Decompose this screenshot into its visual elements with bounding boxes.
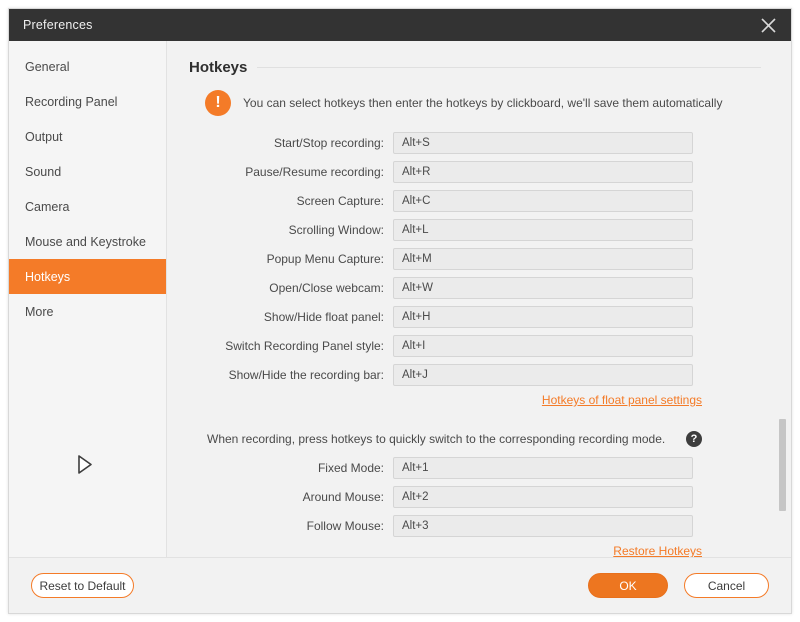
hotkey-input-start-stop-recording[interactable] bbox=[393, 132, 693, 154]
sidebar-item-label: Sound bbox=[25, 165, 61, 179]
header-divider bbox=[257, 67, 761, 68]
sidebar-item-label: Recording Panel bbox=[25, 95, 117, 109]
hotkey-row: Pause/Resume recording: bbox=[189, 161, 761, 183]
hotkey-input-switch-recording-panel-style[interactable] bbox=[393, 335, 693, 357]
hotkey-input-show-hide-float-panel[interactable] bbox=[393, 306, 693, 328]
hotkey-label: Show/Hide float panel: bbox=[189, 310, 393, 324]
hotkey-input-show-hide-recording-bar[interactable] bbox=[393, 364, 693, 386]
notice-banner: ! You can select hotkeys then enter the … bbox=[205, 90, 761, 116]
mode-row: Around Mouse: bbox=[189, 486, 761, 508]
restore-link-row: Restore Hotkeys bbox=[189, 544, 702, 557]
notice-text: You can select hotkeys then enter the ho… bbox=[243, 96, 722, 110]
mode-label: Follow Mouse: bbox=[189, 519, 393, 533]
sidebar-item-general[interactable]: General bbox=[9, 49, 166, 84]
hotkey-input-open-close-webcam[interactable] bbox=[393, 277, 693, 299]
sidebar-item-label: Camera bbox=[25, 200, 69, 214]
hotkey-row: Screen Capture: bbox=[189, 190, 761, 212]
hotkey-input-follow-mouse[interactable] bbox=[393, 515, 693, 537]
hotkey-label: Popup Menu Capture: bbox=[189, 252, 393, 266]
mouse-cursor bbox=[75, 453, 95, 477]
close-icon[interactable] bbox=[745, 9, 791, 41]
spacer bbox=[189, 407, 761, 425]
hotkey-row: Scrolling Window: bbox=[189, 219, 761, 241]
hotkey-label: Pause/Resume recording: bbox=[189, 165, 393, 179]
sidebar-item-label: Mouse and Keystroke bbox=[25, 235, 146, 249]
sidebar-item-label: More bbox=[25, 305, 53, 319]
hotkey-input-scrolling-window[interactable] bbox=[393, 219, 693, 241]
hotkey-row: Show/Hide float panel: bbox=[189, 306, 761, 328]
hotkey-input-fixed-mode[interactable] bbox=[393, 457, 693, 479]
reset-to-default-button[interactable]: Reset to Default bbox=[31, 573, 134, 598]
sidebar-item-sound[interactable]: Sound bbox=[9, 154, 166, 189]
preferences-window: Preferences General Recording Panel Outp… bbox=[8, 8, 792, 614]
section-header-hotkeys: Hotkeys bbox=[189, 59, 761, 76]
hotkey-row: Start/Stop recording: bbox=[189, 132, 761, 154]
hotkey-input-pause-resume-recording[interactable] bbox=[393, 161, 693, 183]
hotkeys-panel: Hotkeys ! You can select hotkeys then en… bbox=[167, 41, 791, 557]
content-area: Hotkeys ! You can select hotkeys then en… bbox=[167, 41, 791, 557]
page-title: Hotkeys bbox=[189, 59, 247, 76]
hotkey-label: Switch Recording Panel style: bbox=[189, 339, 393, 353]
hotkey-row: Popup Menu Capture: bbox=[189, 248, 761, 270]
restore-hotkeys-link[interactable]: Restore Hotkeys bbox=[613, 544, 702, 557]
scrollbar-track[interactable] bbox=[779, 41, 789, 557]
mode-label: Around Mouse: bbox=[189, 490, 393, 504]
sidebar-item-output[interactable]: Output bbox=[9, 119, 166, 154]
scrollbar-thumb[interactable] bbox=[779, 419, 786, 511]
footer-actions: OK Cancel bbox=[588, 573, 769, 598]
sidebar-item-label: General bbox=[25, 60, 69, 74]
sidebar-item-label: Output bbox=[25, 130, 63, 144]
hotkey-label: Screen Capture: bbox=[189, 194, 393, 208]
hotkey-input-screen-capture[interactable] bbox=[393, 190, 693, 212]
hotkey-label: Scrolling Window: bbox=[189, 223, 393, 237]
hotkey-row: Switch Recording Panel style: bbox=[189, 335, 761, 357]
sidebar-item-hotkeys[interactable]: Hotkeys bbox=[9, 259, 166, 294]
hotkey-row: Show/Hide the recording bar: bbox=[189, 364, 761, 386]
mode-row: Fixed Mode: bbox=[189, 457, 761, 479]
sidebar-item-camera[interactable]: Camera bbox=[9, 189, 166, 224]
recording-mode-note: When recording, press hotkeys to quickly… bbox=[207, 431, 702, 447]
sidebar-item-more[interactable]: More bbox=[9, 294, 166, 329]
sidebar-nav: General Recording Panel Output Sound Cam… bbox=[9, 41, 167, 557]
title-bar: Preferences bbox=[9, 9, 791, 41]
mode-row: Follow Mouse: bbox=[189, 515, 761, 537]
sidebar-item-label: Hotkeys bbox=[25, 270, 70, 284]
hotkey-input-around-mouse[interactable] bbox=[393, 486, 693, 508]
hotkey-row: Open/Close webcam: bbox=[189, 277, 761, 299]
window-body: General Recording Panel Output Sound Cam… bbox=[9, 41, 791, 557]
hotkey-label: Start/Stop recording: bbox=[189, 136, 393, 150]
hotkeys-of-float-panel-settings-link[interactable]: Hotkeys of float panel settings bbox=[542, 393, 702, 407]
cancel-button[interactable]: Cancel bbox=[684, 573, 769, 598]
hotkey-label: Show/Hide the recording bar: bbox=[189, 368, 393, 382]
sidebar-item-recording-panel[interactable]: Recording Panel bbox=[9, 84, 166, 119]
float-panel-link-row: Hotkeys of float panel settings bbox=[189, 393, 702, 407]
hotkey-label: Open/Close webcam: bbox=[189, 281, 393, 295]
ok-button[interactable]: OK bbox=[588, 573, 668, 598]
help-icon[interactable]: ? bbox=[686, 431, 702, 447]
window-title: Preferences bbox=[23, 18, 93, 32]
dialog-footer: Reset to Default OK Cancel bbox=[9, 557, 791, 613]
recording-mode-note-text: When recording, press hotkeys to quickly… bbox=[207, 432, 686, 446]
exclamation-icon: ! bbox=[205, 90, 231, 116]
hotkey-input-popup-menu-capture[interactable] bbox=[393, 248, 693, 270]
mode-label: Fixed Mode: bbox=[189, 461, 393, 475]
sidebar-item-mouse-and-keystroke[interactable]: Mouse and Keystroke bbox=[9, 224, 166, 259]
